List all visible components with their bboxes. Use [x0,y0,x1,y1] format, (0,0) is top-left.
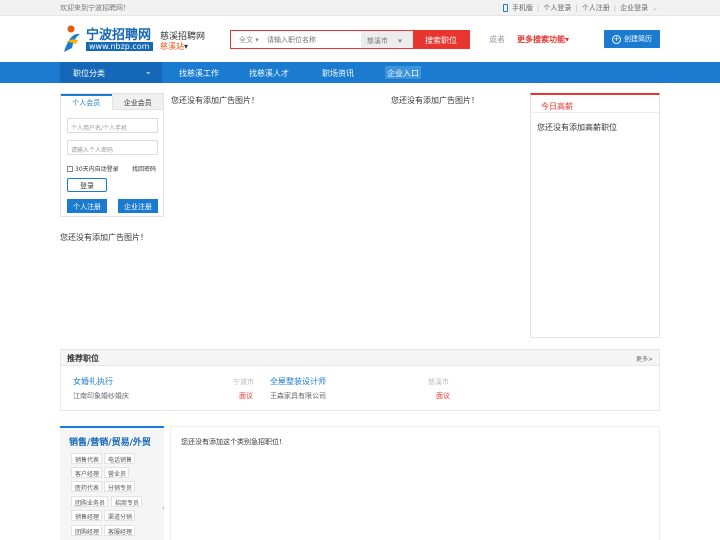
job-card[interactable]: 全屋整装设计师 慈溪市 王森家具有限公司 面议 [270,376,452,406]
category-chip[interactable]: 电话销售 [104,453,136,464]
search-city-label: 慈溪市 [367,37,388,45]
chevron-right-icon: › [162,504,165,512]
search-bar: 全文 ▾ 慈溪市 ▾ 搜索职位 [230,30,470,49]
create-resume-label: 创建简历 [624,35,652,43]
chevron-down-icon: ⌄ [144,67,152,77]
divider [531,112,659,113]
job-company-link[interactable]: 江南印象婚纱婚庆 [73,391,129,401]
search-input[interactable] [263,31,361,48]
checkbox-icon [67,165,73,172]
recommend-more-link[interactable]: 更多> [636,354,653,363]
divider: | [613,4,617,12]
remember-label: 30天内自动登录 [75,166,119,173]
category-chip[interactable]: 渠道分销 [104,510,136,521]
category-chip[interactable]: 招商专员 [111,496,143,507]
company-login-link[interactable]: 企业登录 [620,3,648,13]
category-chip[interactable]: 营业员 [104,467,130,478]
today-high-salary-panel: 今日高薪 您还没有添加高薪职位 [530,93,660,338]
job-city: 慈溪市 [428,378,449,386]
more-search-link[interactable]: 更多搜索功能▾ [517,34,569,45]
job-card[interactable]: 女婚礼执行 宁波市 江南印象婚纱婚庆 面议 [73,376,255,406]
job-city: 宁波市 [233,378,254,386]
city-switch-label: 慈溪站 [160,42,184,51]
tab-personal-member[interactable]: 个人会员 [61,94,112,110]
category-chip[interactable]: 客户经理 [71,467,103,478]
personal-login-link[interactable]: 个人登录 [543,3,571,13]
top-bar: 欢迎来到宁波招聘网！ 手机版 | 个人登录 | 个人注册 | 企业登录 ⌄ [0,0,720,16]
category-chip[interactable]: 销售经理 [71,510,103,521]
search-button[interactable]: 搜索职位 [413,31,469,48]
category-chip[interactable]: 团购经理 [71,525,103,536]
category-sales-panel: 销售/营销/贸易/外贸 销售代表 电话销售 客户经理 营业员 医药代表 分销专员… [60,426,165,540]
job-title-link[interactable]: 全屋整装设计师 [270,376,326,387]
category-chip[interactable]: 客服经理 [104,525,136,536]
recommend-header: 推荐职位 更多> [61,350,659,366]
category-title[interactable]: 销售/营销/贸易/外贸 [69,435,151,448]
password-field[interactable]: 请输入个人密码 [67,140,158,155]
username-field[interactable]: 个人用户名/个人手机 [67,118,158,133]
logo-url-text: www.nbzp.com [86,42,153,51]
recommend-title: 推荐职位 [67,354,99,363]
personal-register-link[interactable]: 个人注册 [582,3,610,13]
plus-icon: + [612,34,621,44]
caret-down-icon: ▾ [255,36,259,44]
login-button[interactable]: 登录 [67,178,107,192]
top-links: 手机版 | 个人登录 | 个人注册 | 企业登录 ⌄ [503,3,658,13]
company-register-button[interactable]: 企业注册 [118,199,158,213]
search-city-select[interactable]: 慈溪市 ▾ [361,31,413,48]
caret-down-icon: ▾ [565,35,570,44]
welcome-text: 欢迎来到宁波招聘网！ [60,4,130,12]
caret-down-icon: ▾ [184,42,189,51]
category-chip[interactable]: 医药代表 [71,481,103,492]
job-salary: 面议 [239,392,253,400]
tab-company-member[interactable]: 企业会员 [111,94,163,110]
category-chip[interactable]: 分销专员 [104,481,136,492]
nav-item-news[interactable]: 职场资讯 [322,68,354,79]
divider: | [575,4,578,12]
search-type-select[interactable]: 全文 ▾ [231,31,263,48]
ad-placeholder-1: 您还没有添加广告图片！ [171,96,259,105]
nav-item-find-talent[interactable]: 找慈溪人才 [249,68,289,79]
search-type-label: 全文 [239,36,253,44]
more-search-label: 更多搜索功能 [517,35,565,44]
job-company-link[interactable]: 王森家具有限公司 [270,391,326,401]
recommend-jobs-panel: 推荐职位 更多> 女婚礼执行 宁波市 江南印象婚纱婚庆 面议 全屋整装设计师 慈… [60,349,660,411]
ad-placeholder-2: 您还没有添加广告图片！ [391,96,479,105]
divider: | [537,4,540,12]
remember-checkbox[interactable]: 30天内自动登录 [67,164,119,173]
login-tabs: 个人会员 企业会员 [61,94,163,110]
create-resume-button[interactable]: + 创建简历 [604,30,660,48]
personal-register-button[interactable]: 个人注册 [67,199,107,213]
ad-placeholder-3: 您还没有添加广告图片！ [60,233,148,242]
nav-item-find-job[interactable]: 找慈溪工作 [179,68,219,79]
job-salary: 面议 [436,392,450,400]
category-empty-text: 您还没有添加这个类别急招职位! [181,438,282,446]
forgot-password-link[interactable]: 找回密码 [132,164,156,173]
mobile-icon [503,4,509,12]
logo-main-text: 宁波招聘网 [86,28,152,43]
or-text: 或者 [489,35,505,44]
category-chip[interactable]: 团购业务员 [71,496,109,507]
nav-company-entry[interactable]: 企业入口 [385,66,421,79]
login-panel: 个人会员 企业会员 个人用户名/个人手机 请输入个人密码 30天内自动登录 找回… [60,93,164,217]
site-logo[interactable]: 宁波招聘网 www.nbzp.com [62,24,156,56]
nav-category-dropdown[interactable]: 职位分类 ⌄ [60,62,162,83]
job-title-link[interactable]: 女婚礼执行 [73,376,113,387]
today-title: 今日高薪 [541,102,573,111]
category-jobs-area: 您还没有添加这个类别急招职位! [170,426,660,540]
nav-category-label: 职位分类 [73,69,105,78]
today-empty-text: 您还没有添加高薪职位 [537,123,617,132]
category-chip[interactable]: 销售代表 [71,453,103,464]
main-nav: 职位分类 ⌄ 找慈溪工作 找慈溪人才 职场资讯 企业入口 [0,62,720,83]
city-switch[interactable]: 慈溪站▾ [160,41,188,52]
chevron-down-icon: ⌄ [652,4,658,12]
caret-down-icon: ▾ [398,37,402,45]
mobile-link[interactable]: 手机版 [512,3,533,13]
